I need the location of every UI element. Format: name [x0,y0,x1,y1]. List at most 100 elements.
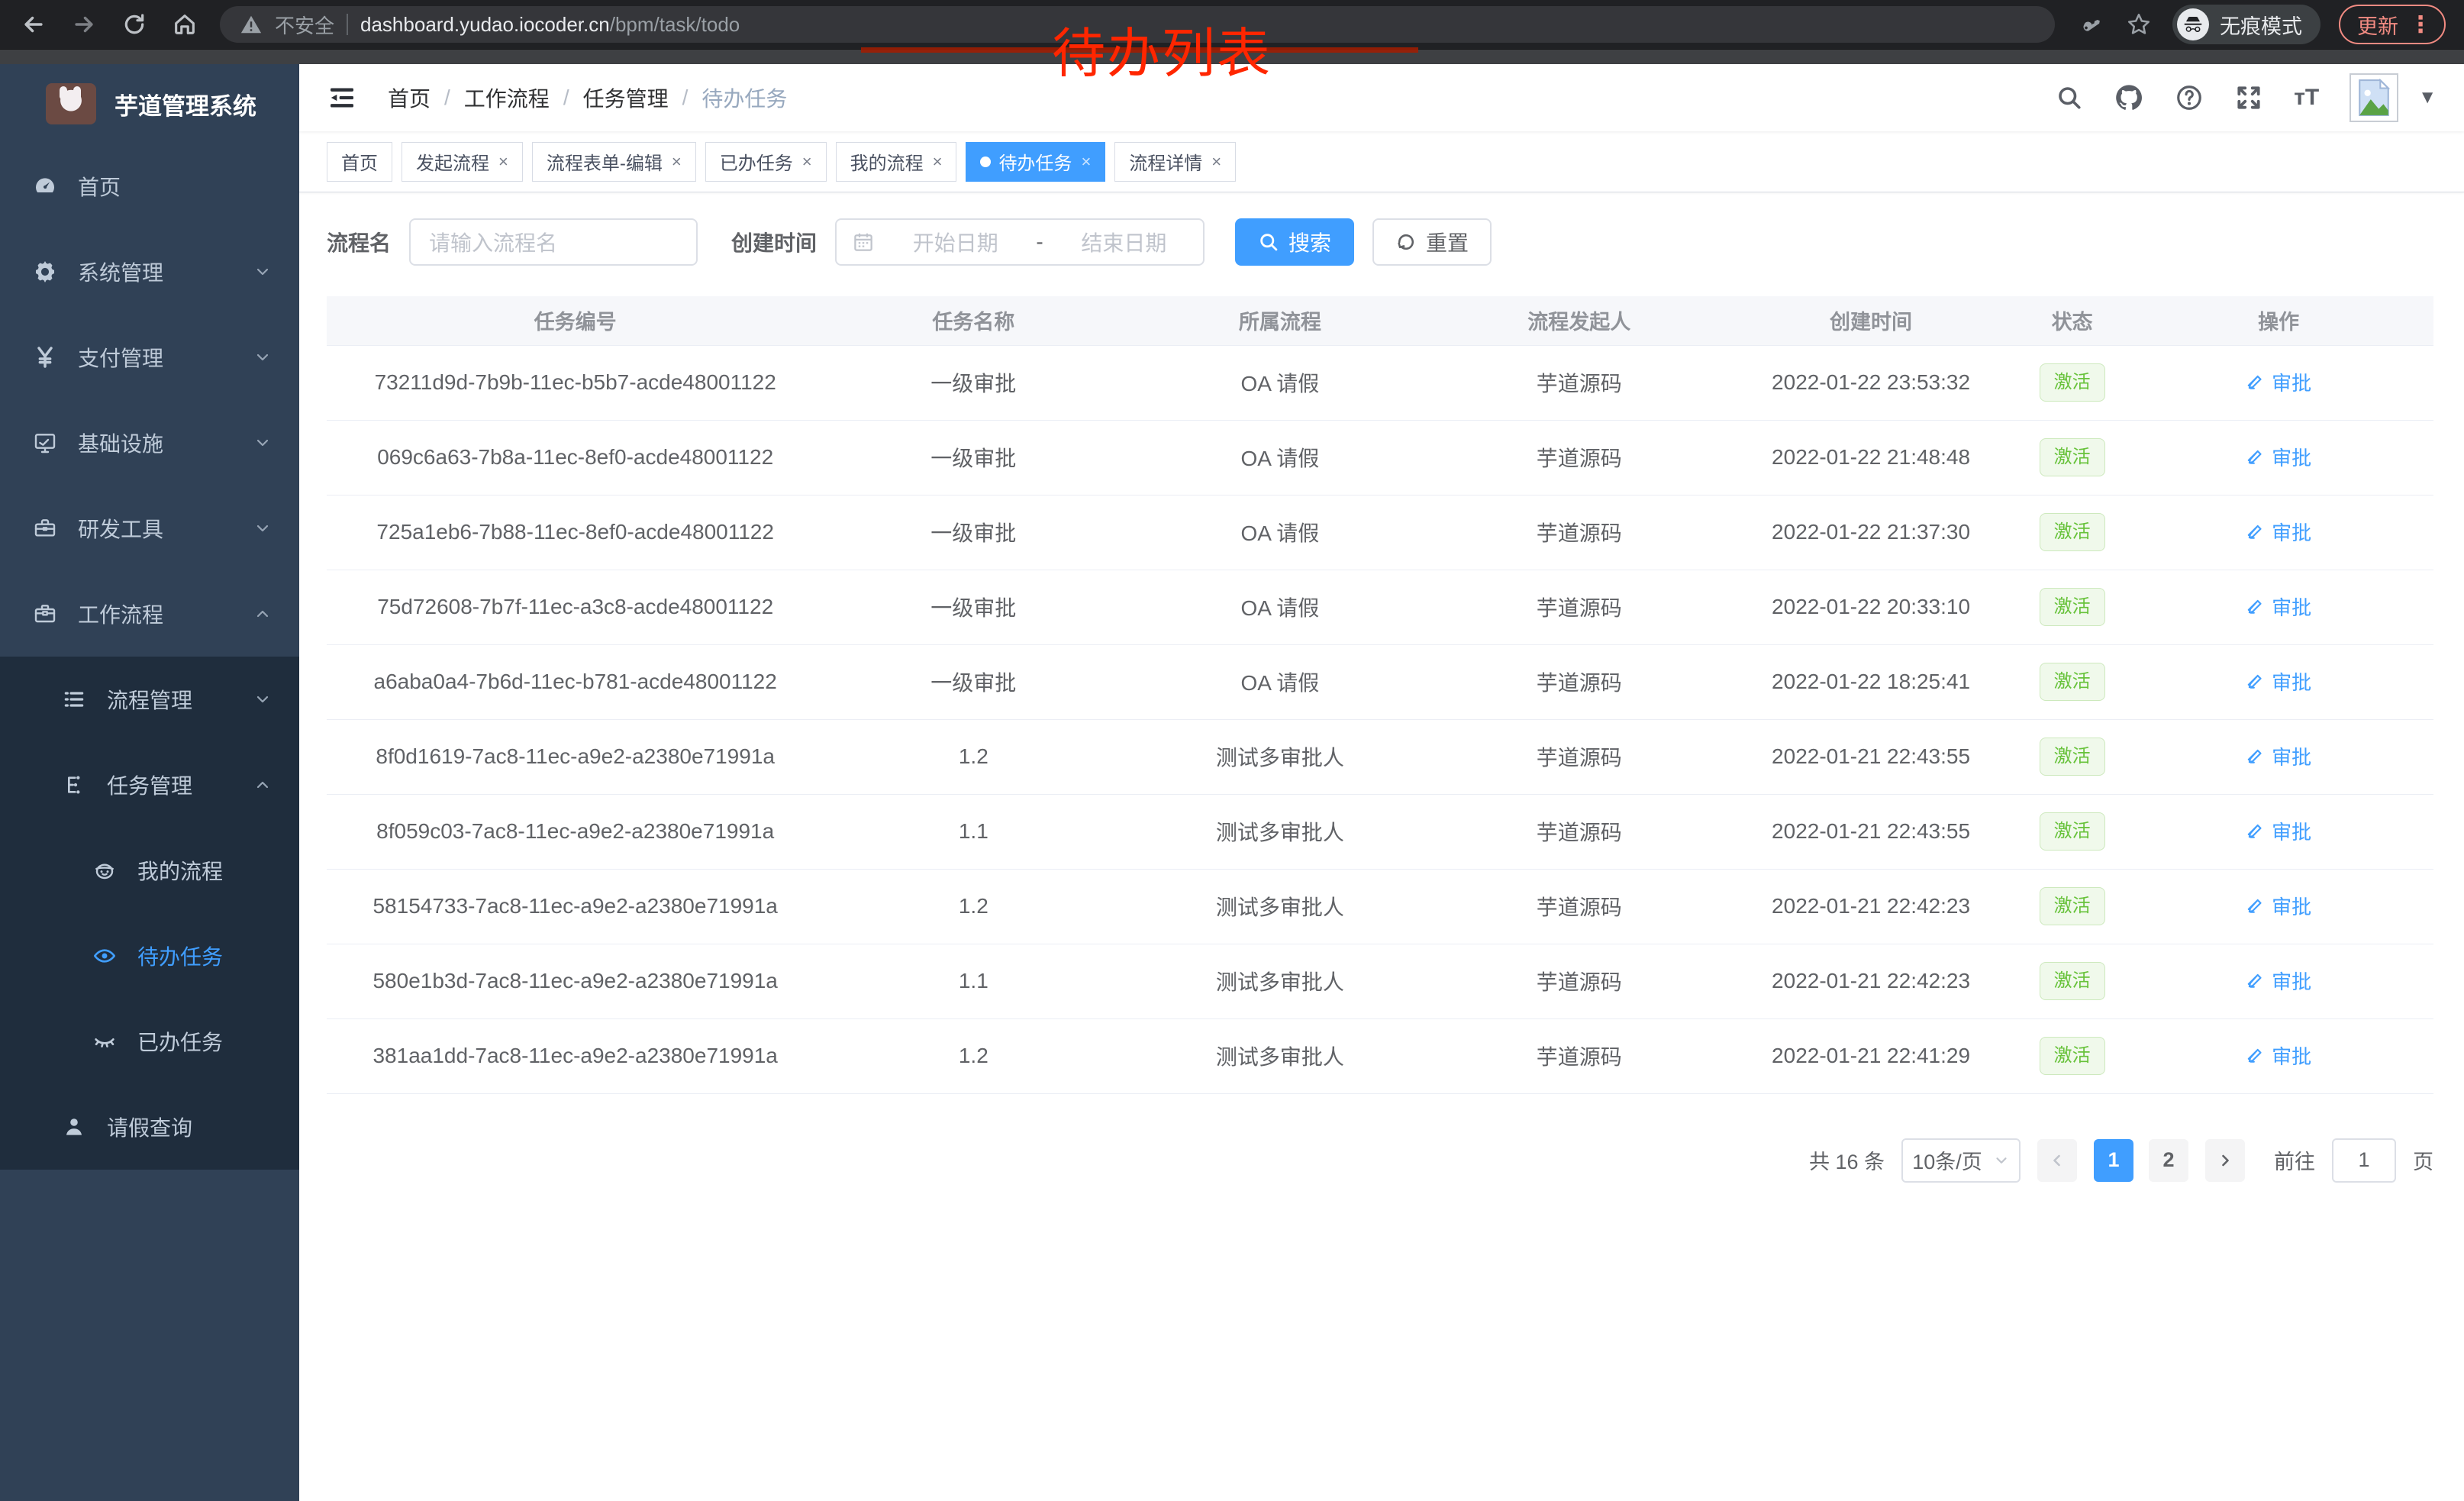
avatar-caret-icon[interactable]: ▼ [2418,87,2437,108]
fullscreen-icon[interactable] [2234,83,2263,112]
tab-我的流程[interactable]: 我的流程× [836,142,957,182]
cell-starter: 芋道源码 [1437,869,1722,944]
annotation-text: 待办列表 [1052,11,1272,88]
sidebar-item-已办任务[interactable]: 已办任务 [0,999,299,1084]
approve-link[interactable]: 审批 [2246,592,2311,621]
cell-task-name: 一级审批 [824,495,1123,570]
breadcrumb-item-任务管理[interactable]: 任务管理 [583,82,669,113]
status-badge: 激活 [2040,962,2105,1001]
breadcrumb-item-工作流程[interactable]: 工作流程 [464,82,550,113]
approve-link[interactable]: 审批 [2246,443,2311,471]
sidebar-item-首页[interactable]: 首页 [0,144,299,229]
cell-status: 激活 [2021,794,2124,869]
search-icon[interactable] [2056,84,2083,111]
tab-close-icon[interactable]: × [933,152,943,172]
table-row: 8f059c03-7ac8-11ec-a9e2-a2380e71991a1.1测… [327,794,2433,869]
font-size-icon[interactable]: ᴛT [2294,85,2319,111]
table-header-row: 任务编号任务名称所属流程流程发起人创建时间状态操作 [327,296,2433,345]
home-icon[interactable] [169,9,200,40]
sidebar-item-待办任务[interactable]: 待办任务 [0,913,299,999]
breadcrumb-separator: / [682,86,689,110]
sidebar-item-任务管理[interactable]: 任务管理 [0,742,299,828]
approve-link[interactable]: 审批 [2246,817,2311,845]
approve-link[interactable]: 审批 [2246,967,2311,995]
passwords-key-icon[interactable] [2075,9,2105,40]
goto-page-input[interactable]: 1 [2332,1138,2396,1183]
date-range-picker[interactable]: 开始日期 - 结束日期 [835,218,1205,266]
github-icon[interactable] [2114,82,2144,113]
tab-已办任务[interactable]: 已办任务× [705,142,827,182]
tab-首页[interactable]: 首页 [327,142,392,182]
incognito-label: 无痕模式 [2220,10,2302,40]
bookmark-star-icon[interactable] [2124,9,2154,40]
menu-fold-icon[interactable] [327,82,357,113]
table-row: 725a1eb6-7b88-11ec-8ef0-acde48001122一级审批… [327,495,2433,570]
approve-link[interactable]: 审批 [2246,518,2311,546]
approve-link-label: 审批 [2272,967,2311,995]
sidebar-item-研发工具[interactable]: 研发工具 [0,486,299,571]
tab-close-icon[interactable]: × [1211,152,1221,172]
page-button-2[interactable]: 2 [2149,1139,2188,1182]
chrome-menu-icon[interactable]: ⋮ [2409,11,2432,38]
status-badge: 激活 [2040,1037,2105,1076]
cell-task-id: a6aba0a4-7b6d-11ec-b781-acde48001122 [327,644,824,719]
tab-close-icon[interactable]: × [672,152,682,172]
approve-link[interactable]: 审批 [2246,667,2311,696]
page-size-select[interactable]: 10条/页 [1901,1138,2021,1183]
cell-starter: 芋道源码 [1437,570,1722,644]
tab-待办任务[interactable]: 待办任务× [966,142,1105,182]
cell-action: 审批 [2124,420,2433,495]
app-title: 芋道管理系统 [114,87,256,121]
cell-process: OA 请假 [1123,644,1437,719]
page-button-1[interactable]: 1 [2094,1139,2133,1182]
tab-close-icon[interactable]: × [498,152,508,172]
cell-created: 2022-01-22 20:33:10 [1721,570,2021,644]
search-button[interactable]: 搜索 [1235,218,1354,266]
cell-starter: 芋道源码 [1437,719,1722,794]
tab-流程详情[interactable]: 流程详情× [1114,142,1236,182]
tab-发起流程[interactable]: 发起流程 × [402,142,523,182]
cell-task-id: 580e1b3d-7ac8-11ec-a9e2-a2380e71991a [327,944,824,1018]
reload-icon[interactable] [119,9,150,40]
tab-label: 发起流程 [416,148,489,175]
chevron-up-icon [253,776,272,794]
sidebar-item-label: 工作流程 [78,599,163,629]
cell-starter: 芋道源码 [1437,794,1722,869]
sidebar-item-系统管理[interactable]: 系统管理 [0,229,299,315]
sidebar: 芋道管理系统 首页系统管理支付管理基础设施研发工具工作流程流程管理任务管理我的流… [0,64,299,1501]
tab-流程表单-编辑[interactable]: 流程表单-编辑× [532,142,696,182]
cell-action: 审批 [2124,869,2433,944]
sidebar-item-label: 我的流程 [137,855,223,886]
sidebar-item-基础设施[interactable]: 基础设施 [0,400,299,486]
cell-action: 审批 [2124,345,2433,420]
help-icon[interactable] [2175,83,2204,112]
approve-link[interactable]: 审批 [2246,892,2311,920]
cell-process: OA 请假 [1123,570,1437,644]
cell-status: 激活 [2021,869,2124,944]
sidebar-item-流程管理[interactable]: 流程管理 [0,657,299,742]
process-name-input[interactable]: 请输入流程名 [409,218,698,266]
back-icon[interactable] [18,9,49,40]
warning-icon [240,13,263,36]
sidebar-logo-row[interactable]: 芋道管理系统 [0,64,299,144]
sidebar-item-我的流程[interactable]: 我的流程 [0,828,299,913]
prev-page-button[interactable] [2037,1139,2077,1182]
sidebar-item-支付管理[interactable]: 支付管理 [0,315,299,400]
next-page-button[interactable] [2205,1139,2245,1182]
date-range-separator: - [1036,230,1043,254]
cell-starter: 芋道源码 [1437,345,1722,420]
cell-task-name: 1.1 [824,944,1123,1018]
tab-close-icon[interactable]: × [802,152,812,172]
tab-close-icon[interactable]: × [1081,152,1091,172]
sidebar-item-请假查询[interactable]: 请假查询 [0,1084,299,1170]
update-button[interactable]: 更新 ⋮ [2339,5,2446,44]
approve-link[interactable]: 审批 [2246,368,2311,396]
approve-link[interactable]: 审批 [2246,1041,2311,1070]
approve-link[interactable]: 审批 [2246,742,2311,770]
table-row: a6aba0a4-7b6d-11ec-b781-acde48001122一级审批… [327,644,2433,719]
forward-icon[interactable] [69,9,99,40]
breadcrumb-item-首页[interactable]: 首页 [388,82,431,113]
sidebar-item-工作流程[interactable]: 工作流程 [0,571,299,657]
reset-button[interactable]: 重置 [1372,218,1492,266]
avatar[interactable] [2350,73,2398,122]
